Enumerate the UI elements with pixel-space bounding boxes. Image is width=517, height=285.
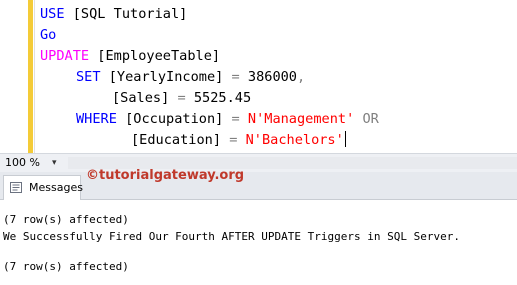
messages-pane[interactable]: (7 row(s) affected) We Successfully Fire… bbox=[0, 200, 517, 285]
code-token: [Occupation] bbox=[125, 111, 232, 127]
code-token: N'Bachelors' bbox=[245, 132, 344, 148]
query-editor[interactable]: USE [SQL Tutorial] Go UPDATE [EmployeeTa… bbox=[0, 0, 517, 153]
code-line-use[interactable]: USE [SQL Tutorial] bbox=[40, 4, 187, 25]
code-token: 5525.45 bbox=[193, 90, 252, 106]
messages-icon bbox=[10, 182, 22, 193]
code-token: [Sales] bbox=[112, 90, 178, 106]
code-token: [EmployeeTable] bbox=[97, 48, 221, 64]
code-line-education[interactable]: [Education] = N'Bachelors' bbox=[131, 130, 346, 151]
message-line: We Successfully Fired Our Fourth AFTER U… bbox=[3, 230, 460, 243]
message-line: (7 row(s) affected) bbox=[3, 260, 129, 273]
gutter-separator bbox=[34, 0, 35, 153]
results-tab-bar: Messages bbox=[0, 172, 517, 200]
code-token: N'Management' bbox=[247, 111, 355, 127]
code-token: WHERE bbox=[76, 111, 126, 127]
code-token: = bbox=[229, 132, 246, 148]
zoom-dropdown-icon[interactable]: ▾ bbox=[52, 156, 57, 170]
zoom-level[interactable]: 100 % bbox=[5, 156, 40, 170]
editor-status-bar: 100 % ▾ bbox=[0, 153, 517, 172]
code-token: [SQL Tutorial] bbox=[72, 6, 188, 22]
code-token: UPDATE bbox=[40, 48, 98, 64]
code-token: 386000 bbox=[247, 69, 297, 85]
code-line-go[interactable]: Go bbox=[40, 25, 56, 46]
code-line-update[interactable]: UPDATE [EmployeeTable] bbox=[40, 46, 220, 67]
code-token: = bbox=[177, 90, 194, 106]
tab-messages[interactable]: Messages bbox=[3, 175, 83, 200]
code-token: OR bbox=[354, 111, 379, 127]
tab-messages-label: Messages bbox=[29, 181, 83, 194]
code-token: = bbox=[231, 111, 248, 127]
text-cursor bbox=[344, 131, 346, 147]
message-line: (7 row(s) affected) bbox=[3, 213, 129, 226]
code-token: USE bbox=[40, 6, 73, 22]
code-token: [YearlyIncome] bbox=[108, 69, 232, 85]
code-token: Go bbox=[40, 27, 57, 43]
site-watermark: ©tutorialgateway.org bbox=[86, 168, 245, 183]
code-line-sales[interactable]: [Sales] = 5525.45 bbox=[112, 88, 251, 109]
code-token: SET bbox=[76, 69, 109, 85]
code-token: , bbox=[297, 69, 306, 85]
code-token: = bbox=[231, 69, 248, 85]
code-line-set[interactable]: SET [YearlyIncome] = 386000, bbox=[76, 67, 305, 88]
code-token: [Education] bbox=[131, 132, 230, 148]
code-line-where[interactable]: WHERE [Occupation] = N'Management' OR bbox=[76, 109, 379, 130]
